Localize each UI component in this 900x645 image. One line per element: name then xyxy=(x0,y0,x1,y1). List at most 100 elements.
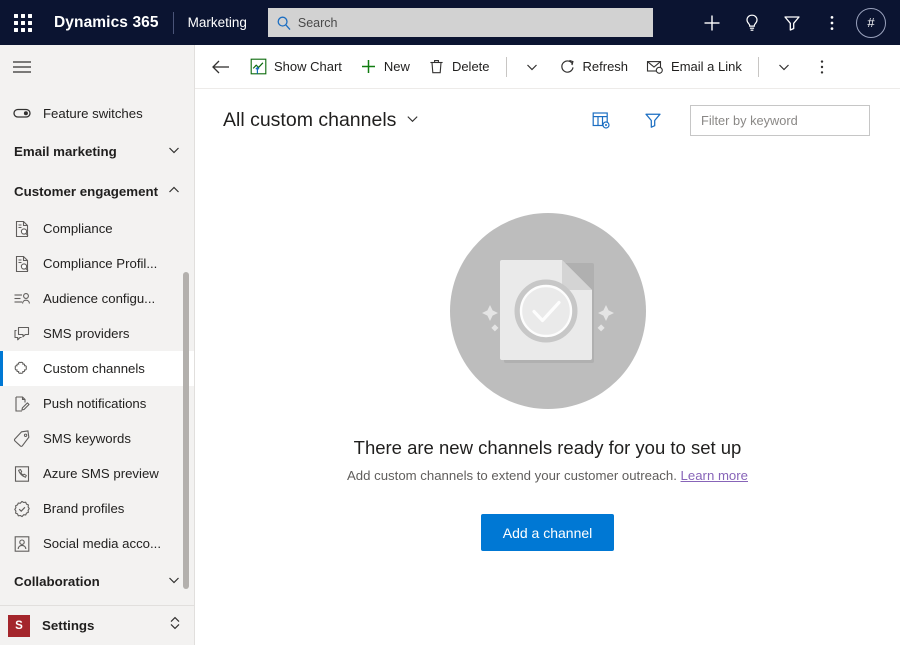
sidebar-item-label: Push notifications xyxy=(43,396,147,411)
chevron-down-icon xyxy=(405,109,420,132)
plus-icon xyxy=(360,58,377,75)
dynamics-365-app-window: Dynamics 365 Marketing Search # Feature … xyxy=(0,0,900,645)
view-tools xyxy=(584,103,870,137)
learn-more-link[interactable]: Learn more xyxy=(681,468,748,483)
push-notification-icon xyxy=(12,394,32,414)
sidebar-group-label: Collaboration xyxy=(14,573,100,589)
sidebar-item-sms-keywords[interactable]: SMS keywords xyxy=(0,421,194,456)
sidebar-group-collaboration[interactable]: Collaboration xyxy=(0,561,194,601)
command-separator xyxy=(757,56,759,77)
edit-columns-icon[interactable] xyxy=(584,103,618,137)
more-icon[interactable] xyxy=(812,0,852,45)
search-icon xyxy=(276,15,292,31)
sidebar-item-push-notifications[interactable]: Push notifications xyxy=(0,386,194,421)
sidebar-item-label: Compliance Profil... xyxy=(43,256,158,271)
empty-state-subtitle: Add custom channels to extend your custo… xyxy=(347,468,748,483)
chart-icon xyxy=(250,58,267,75)
filter-by-keyword-input[interactable] xyxy=(690,104,870,136)
toggle-icon xyxy=(12,103,32,123)
sidebar-scrollbar[interactable] xyxy=(183,272,189,589)
empty-state-title: There are new channels ready for you to … xyxy=(353,437,742,458)
sidebar-item-audience-configuration[interactable]: Audience configu... xyxy=(0,281,194,316)
main-content: Show Chart New Delete Refresh Email a Li… xyxy=(195,45,900,645)
add-a-channel-button[interactable]: Add a channel xyxy=(480,514,615,551)
back-arrow-icon[interactable] xyxy=(201,45,241,89)
sidebar-item-custom-channels[interactable]: Custom channels xyxy=(0,351,194,386)
sidebar-item-social-media-accounts[interactable]: Social media acco... xyxy=(0,526,194,561)
sidebar-item-label: Social media acco... xyxy=(43,536,162,551)
sidebar: Feature switches Email marketing Custome… xyxy=(0,45,195,645)
lightbulb-icon[interactable] xyxy=(732,0,772,45)
puzzle-piece-icon xyxy=(12,359,32,379)
filter-funnel-icon[interactable] xyxy=(636,103,670,137)
chat-bubbles-icon xyxy=(12,324,32,344)
view-title-selector[interactable]: All custom channels xyxy=(223,109,420,132)
search-input[interactable] xyxy=(297,15,645,30)
brand-title[interactable]: Dynamics 365 xyxy=(54,14,159,32)
delete-button[interactable]: Delete xyxy=(419,45,499,89)
command-label: Email a Link xyxy=(671,59,742,74)
top-navigation-bar: Dynamics 365 Marketing Search # xyxy=(0,0,900,45)
add-icon[interactable] xyxy=(692,0,732,45)
sidebar-item-azure-sms-preview[interactable]: Azure SMS preview xyxy=(0,456,194,491)
sidebar-item-label: Azure SMS preview xyxy=(43,466,159,481)
trash-icon xyxy=(428,58,445,75)
page-title: All custom channels xyxy=(223,108,397,131)
email-link-icon xyxy=(646,58,664,75)
show-chart-button[interactable]: Show Chart xyxy=(241,45,351,89)
document-checkmark-sparkle-illustration xyxy=(449,213,646,409)
chevron-down-icon xyxy=(166,572,182,591)
sidebar-group-customer-engagement[interactable]: Customer engagement xyxy=(0,171,194,211)
sidebar-item-compliance-profiles[interactable]: Compliance Profil... xyxy=(0,246,194,281)
app-body: Feature switches Email marketing Custome… xyxy=(0,45,900,645)
command-label: Refresh xyxy=(582,59,629,74)
topbar-divider xyxy=(172,11,174,34)
sidebar-item-label: Custom channels xyxy=(43,361,145,376)
empty-state-subtitle-text: Add custom channels to extend your custo… xyxy=(347,468,677,483)
audience-person-icon xyxy=(12,289,32,309)
command-label: Show Chart xyxy=(274,59,342,74)
topbar-icon-group: # xyxy=(692,0,890,45)
view-selector-bar: All custom channels xyxy=(195,89,900,151)
avatar[interactable]: # xyxy=(856,7,886,38)
refresh-button[interactable]: Refresh xyxy=(550,45,638,89)
more-vertical-icon[interactable] xyxy=(802,45,842,89)
chevron-up-icon xyxy=(166,182,182,201)
command-label: New xyxy=(383,59,410,74)
global-search-box[interactable] xyxy=(267,8,653,37)
command-label: Delete xyxy=(451,59,490,74)
sidebar-group-email-marketing[interactable]: Email marketing xyxy=(0,131,194,171)
refresh-icon xyxy=(559,58,576,75)
sidebar-group-label: Email marketing xyxy=(14,143,117,159)
filter-icon[interactable] xyxy=(772,0,812,45)
hamburger-menu-icon[interactable] xyxy=(0,45,194,89)
sidebar-item-sms-providers[interactable]: SMS providers xyxy=(0,316,194,351)
tag-icon xyxy=(12,429,32,449)
document-search-icon xyxy=(12,219,32,239)
person-frame-icon xyxy=(12,534,32,554)
settings-badge: S xyxy=(8,614,30,637)
email-overflow-chevron[interactable] xyxy=(766,45,802,89)
command-bar: Show Chart New Delete Refresh Email a Li… xyxy=(195,45,900,89)
sidebar-item-brand-profiles[interactable]: Brand profiles xyxy=(0,491,194,526)
sidebar-item-feature-switches[interactable]: Feature switches xyxy=(0,95,194,131)
waffle-grid-icon[interactable] xyxy=(8,8,38,38)
sidebar-item-compliance[interactable]: Compliance xyxy=(0,211,194,246)
chevron-updown-icon xyxy=(168,615,182,636)
sidebar-group-label: Customer engagement xyxy=(14,183,159,199)
empty-state: There are new channels ready for you to … xyxy=(195,151,900,645)
chevron-down-icon xyxy=(166,142,182,161)
sidebar-item-label: Brand profiles xyxy=(43,501,125,516)
sidebar-item-label: SMS providers xyxy=(43,326,130,341)
settings-label: Settings xyxy=(42,618,95,633)
sidebar-area-switcher-settings[interactable]: S Settings xyxy=(0,605,194,645)
sidebar-item-label: SMS keywords xyxy=(43,431,131,446)
app-name-label[interactable]: Marketing xyxy=(188,15,247,30)
email-a-link-button[interactable]: Email a Link xyxy=(637,45,751,89)
new-button[interactable]: New xyxy=(351,45,419,89)
sidebar-item-label: Audience configu... xyxy=(43,291,156,306)
delete-overflow-chevron[interactable] xyxy=(514,45,550,89)
document-search-icon xyxy=(12,254,32,274)
sidebar-item-label: Compliance xyxy=(43,221,113,236)
badge-check-icon xyxy=(12,499,32,519)
